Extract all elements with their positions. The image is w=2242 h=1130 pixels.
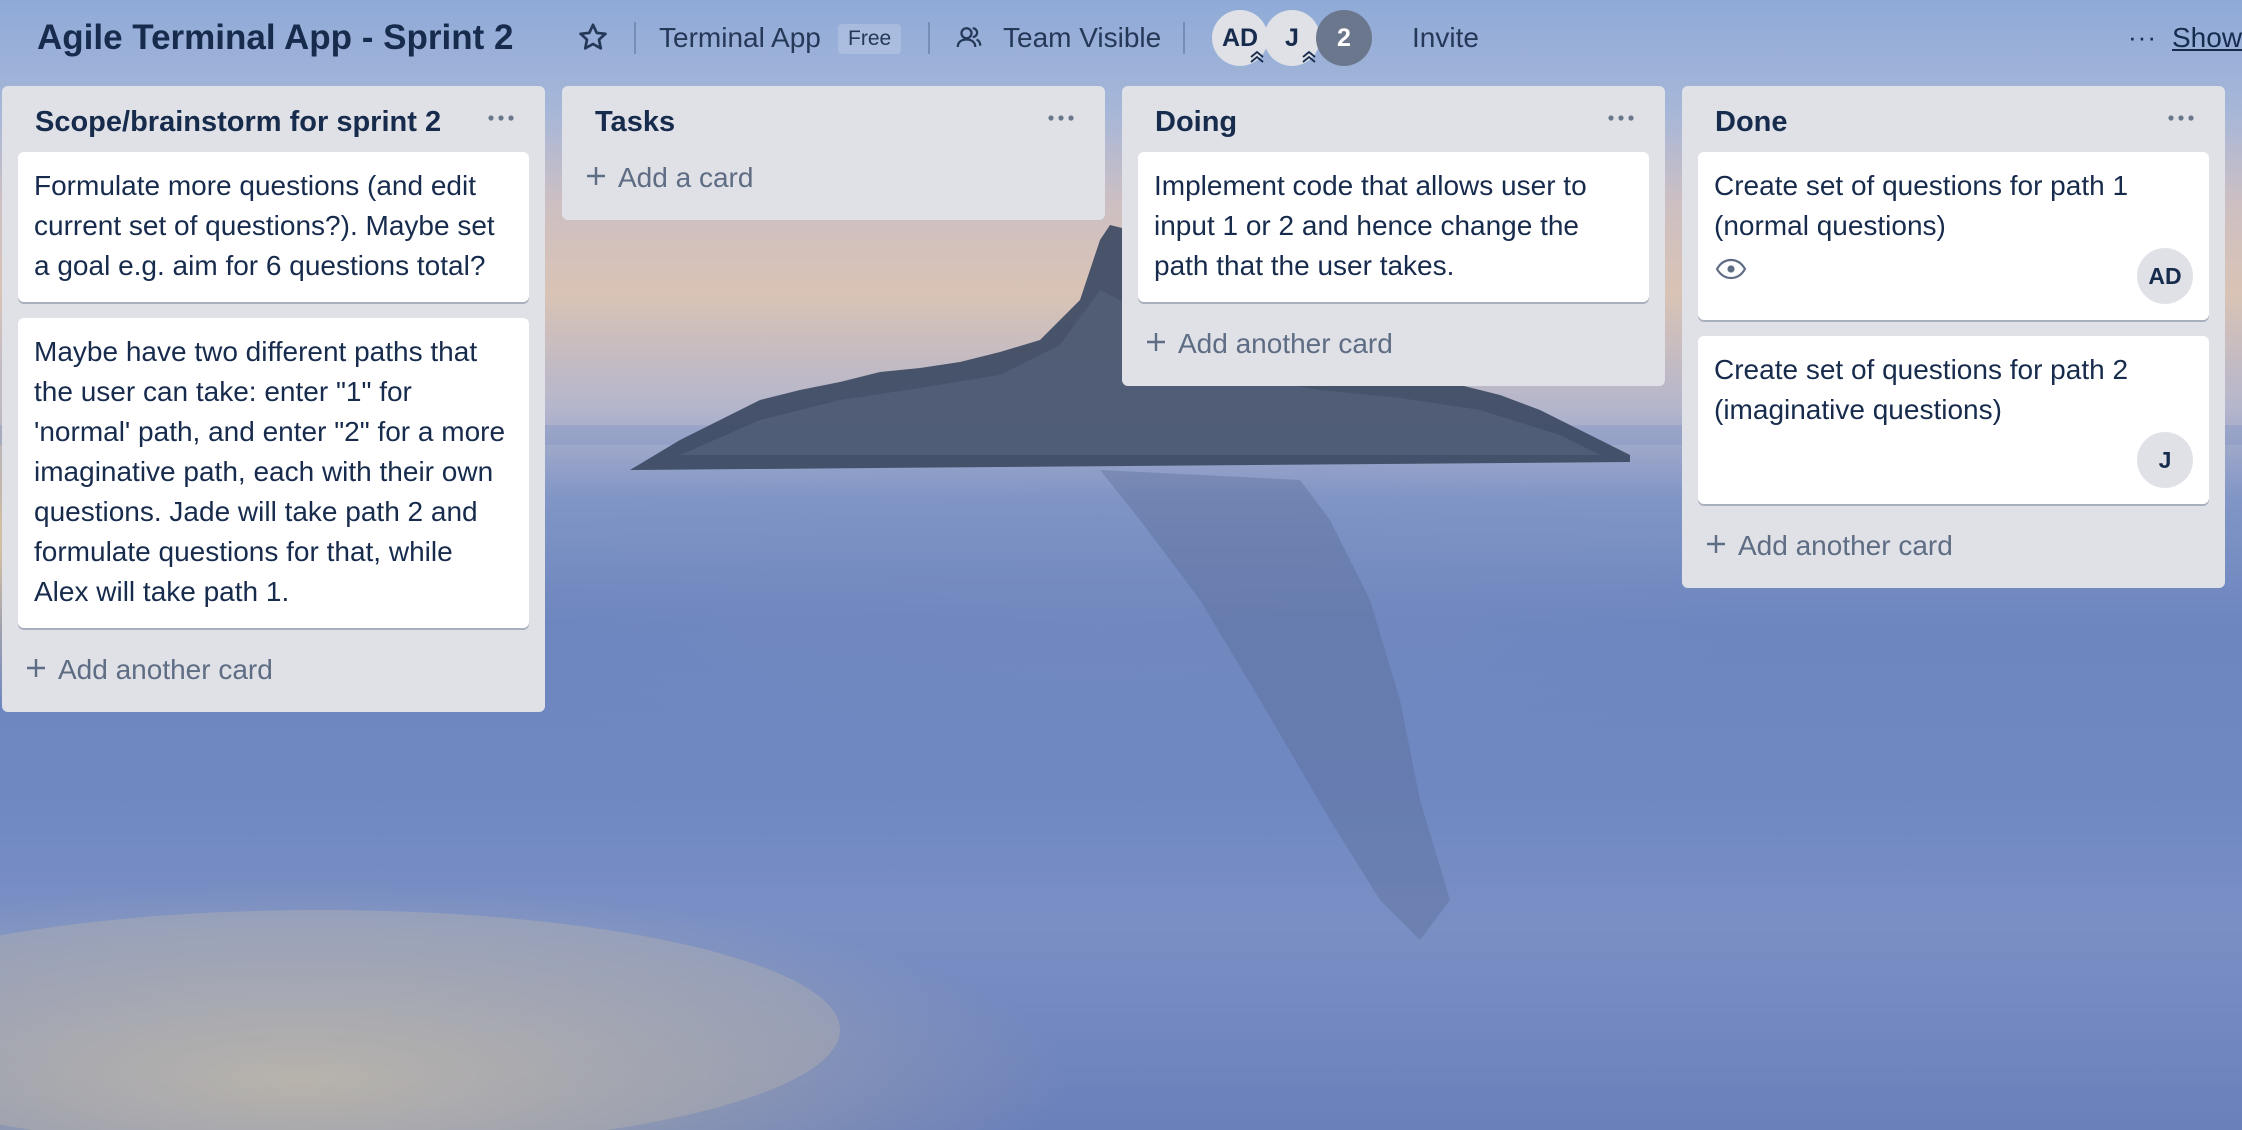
ellipsis-icon[interactable] <box>1601 100 1641 136</box>
list-title[interactable]: Tasks <box>595 106 675 139</box>
header-divider <box>928 22 930 54</box>
add-card-button[interactable]: Add another card <box>1698 520 2209 574</box>
card-member-avatar[interactable]: AD <box>2137 248 2193 304</box>
list-tasks: Tasks Add a card <box>562 86 1105 220</box>
visibility-label: Team Visible <box>1003 22 1162 53</box>
show-menu-button[interactable]: Show <box>2172 22 2242 54</box>
board-header: Agile Terminal App - Sprint 2 Terminal A… <box>0 0 2242 78</box>
add-card-button[interactable]: Add another card <box>1138 318 1649 372</box>
more-menu-icon[interactable]: ··· <box>2128 22 2157 53</box>
card[interactable]: Implement code that allows user to input… <box>1138 152 1649 302</box>
card-title: Maybe have two different paths that the … <box>34 336 506 607</box>
list-scope-brainstorm: Scope/brainstorm for sprint 2 Formulate … <box>2 86 545 712</box>
card-title: Create set of questions for path 1 (norm… <box>1714 170 2129 241</box>
avatar-initials: J <box>1285 24 1299 52</box>
card-title: Implement code that allows user to input… <box>1154 170 1587 281</box>
card[interactable]: Formulate more questions (and edit curre… <box>18 152 529 302</box>
star-icon <box>579 23 607 50</box>
card-member-avatar[interactable]: J <box>2137 432 2193 488</box>
plan-badge: Free <box>838 24 902 54</box>
plus-icon <box>27 659 45 677</box>
eye-icon <box>1715 258 1747 280</box>
add-card-button[interactable]: Add a card <box>578 152 1089 206</box>
board-title[interactable]: Agile Terminal App - Sprint 2 <box>37 18 513 58</box>
list-header: Tasks <box>578 86 1089 152</box>
list-title[interactable]: Done <box>1715 106 1788 139</box>
list-done: Done Create set of questions for path 1 … <box>1682 86 2225 588</box>
invite-button[interactable]: Invite <box>1412 22 1479 54</box>
card[interactable]: Create set of questions for path 1 (norm… <box>1698 152 2209 320</box>
add-card-label: Add another card <box>58 654 273 685</box>
card[interactable]: Maybe have two different paths that the … <box>18 318 529 628</box>
header-divider <box>1183 22 1185 54</box>
add-card-button[interactable]: Add another card <box>18 644 529 698</box>
ellipsis-icon[interactable] <box>2161 100 2201 136</box>
list-header: Doing <box>1138 86 1649 152</box>
star-board-button[interactable] <box>575 20 611 56</box>
list-doing: Doing Implement code that allows user to… <box>1122 86 1665 386</box>
ellipsis-icon[interactable] <box>1041 100 1081 136</box>
plus-icon <box>1707 535 1725 553</box>
list-title[interactable]: Scope/brainstorm for sprint 2 <box>35 106 441 139</box>
plus-icon <box>1147 333 1165 351</box>
header-divider <box>634 22 636 54</box>
list-header: Done <box>1698 86 2209 152</box>
plus-icon <box>587 167 605 185</box>
card-badges: AD <box>1714 246 2193 304</box>
card[interactable]: Create set of questions for path 2 (imag… <box>1698 336 2209 504</box>
card-title: Create set of questions for path 2 (imag… <box>1714 354 2129 425</box>
admin-badge-icon <box>1302 50 1316 63</box>
add-card-label: Add another card <box>1178 328 1393 359</box>
add-card-label: Add a card <box>618 162 754 193</box>
ellipsis-icon[interactable] <box>481 100 521 136</box>
card-title: Formulate more questions (and edit curre… <box>34 170 495 281</box>
workspace-button[interactable]: Terminal App <box>659 22 821 54</box>
admin-badge-icon <box>1250 50 1264 63</box>
more-members-button[interactable]: 2 <box>1316 10 1372 66</box>
list-header: Scope/brainstorm for sprint 2 <box>18 86 529 152</box>
add-card-label: Add another card <box>1738 530 1953 561</box>
list-title[interactable]: Doing <box>1155 106 1237 139</box>
team-icon <box>956 27 982 48</box>
card-badges: J <box>1714 430 2193 488</box>
